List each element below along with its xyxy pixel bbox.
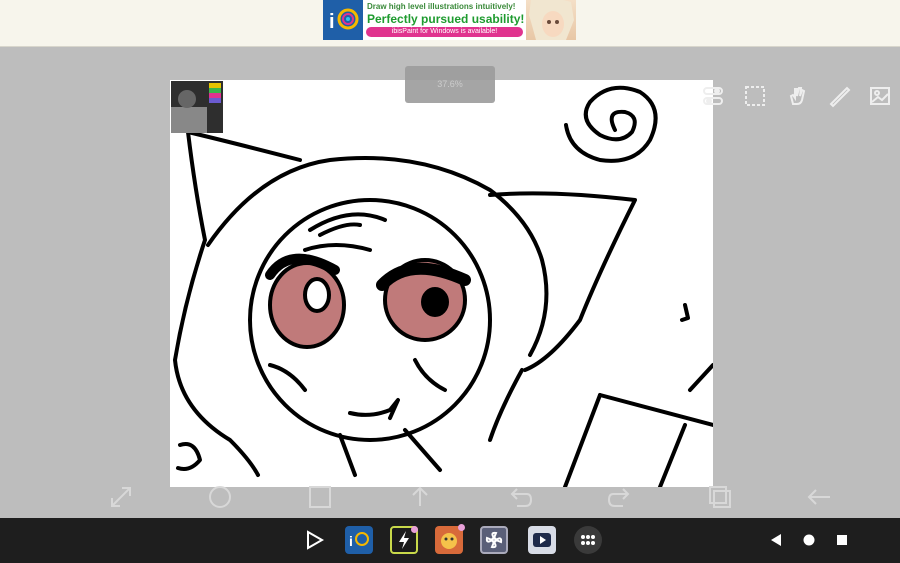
ruler-icon[interactable]: [827, 84, 851, 108]
game-app-icon[interactable]: [435, 524, 465, 554]
app-bolt-icon[interactable]: [390, 526, 418, 554]
svg-text:i: i: [349, 533, 353, 549]
transform-icon[interactable]: [108, 484, 134, 510]
hand-icon[interactable]: [785, 84, 809, 108]
taskbar: i: [0, 518, 900, 563]
selection-icon[interactable]: [743, 84, 767, 108]
ad-text: Draw high level illustrations intuitivel…: [363, 0, 526, 40]
play-store-icon[interactable]: [300, 526, 328, 554]
upload-icon[interactable]: [407, 484, 433, 510]
pinwheel-app-icon[interactable]: [480, 526, 508, 554]
redo-icon[interactable]: [607, 484, 633, 510]
app-drawer-icon[interactable]: [574, 526, 602, 554]
layers-icon[interactable]: [707, 484, 733, 510]
drawing-canvas[interactable]: [170, 80, 713, 487]
back-icon[interactable]: [762, 526, 790, 554]
ad-banner[interactable]: i Draw high level illustrations intuitiv…: [323, 0, 576, 40]
notification-dot: [411, 526, 418, 533]
color-square-icon[interactable]: [307, 484, 333, 510]
ad-line-3: ibisPaint for Windows is available!: [366, 27, 523, 37]
home-icon[interactable]: [795, 526, 823, 554]
notification-dot: [458, 524, 465, 531]
ad-line-1: Draw high level illustrations intuitivel…: [367, 2, 516, 11]
layer-thumbnail[interactable]: [171, 81, 223, 133]
reference-image-icon[interactable]: [868, 84, 892, 108]
brush-circle-icon[interactable]: [207, 484, 233, 510]
zoom-toast: 37.6%: [405, 66, 495, 103]
svg-text:i: i: [329, 11, 335, 33]
undo-icon[interactable]: [507, 484, 533, 510]
back-arrow-icon[interactable]: [806, 484, 832, 510]
recents-icon[interactable]: [828, 526, 856, 554]
layers-toggle-icon[interactable]: [701, 84, 725, 108]
ad-bar: i Draw high level illustrations intuitiv…: [0, 0, 900, 47]
ibispaint-logo-icon: i: [323, 0, 363, 40]
ad-line-2: Perfectly pursued usability!: [367, 12, 525, 26]
video-app-icon[interactable]: [528, 526, 556, 554]
ibispaint-app-icon[interactable]: i: [345, 526, 373, 554]
ad-character-image: [526, 0, 576, 40]
